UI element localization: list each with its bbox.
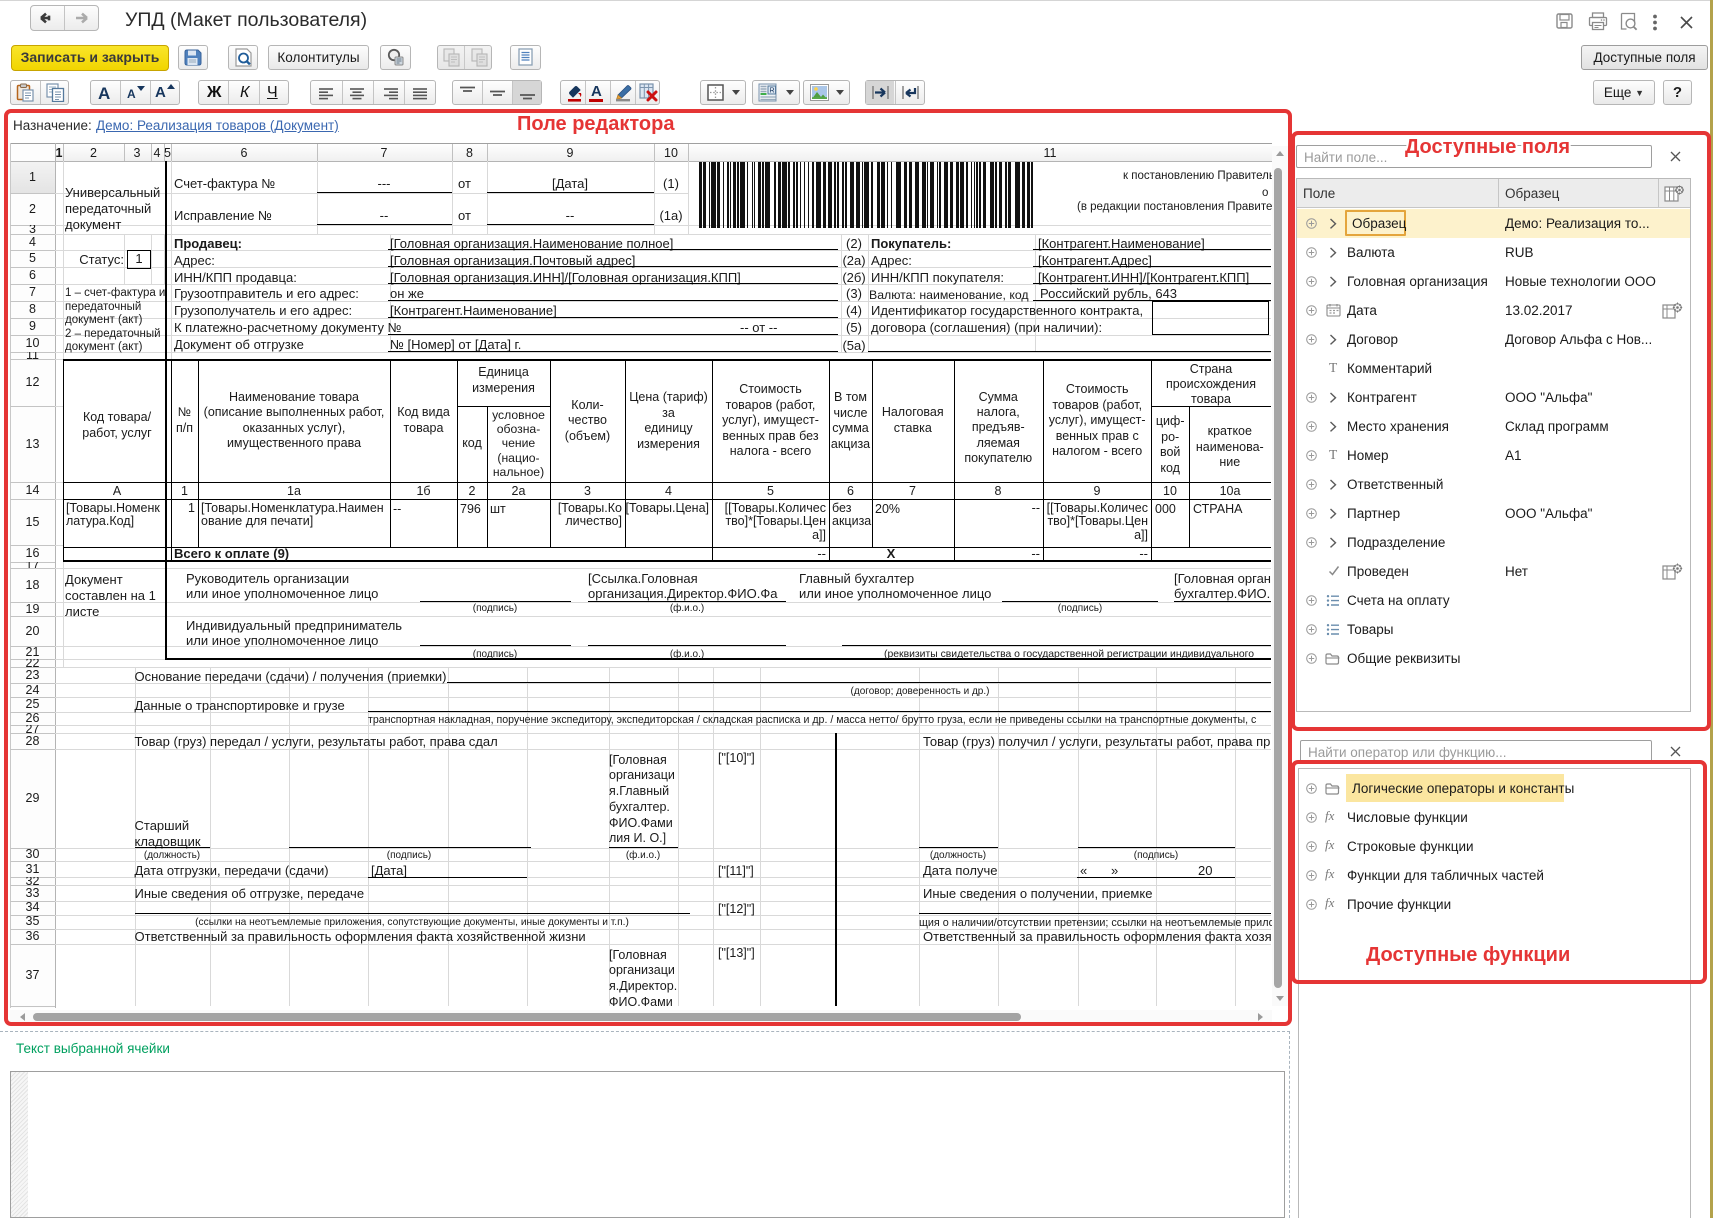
svg-text:R: R xyxy=(770,88,775,95)
